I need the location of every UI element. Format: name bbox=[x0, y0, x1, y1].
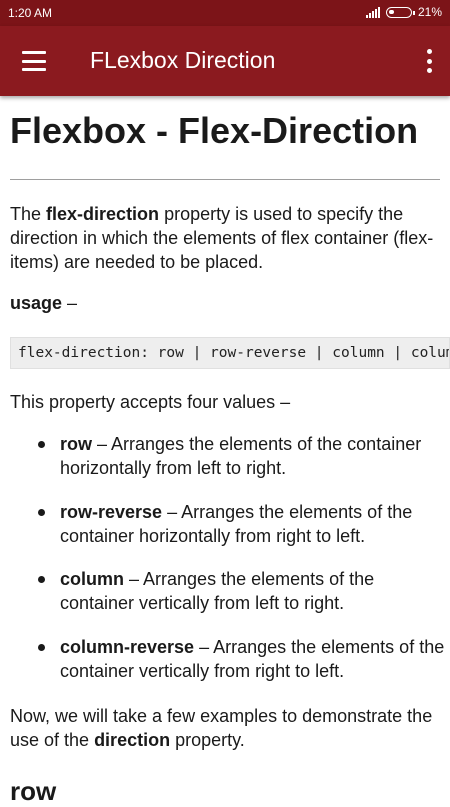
accepts-text: This property accepts four values – bbox=[10, 392, 291, 412]
bullet-icon bbox=[38, 576, 45, 583]
list-item: row-reverse – Arranges the elements of t… bbox=[38, 500, 445, 548]
bullet-icon bbox=[38, 441, 45, 448]
more-vert-icon[interactable] bbox=[426, 49, 432, 73]
value-name: row bbox=[60, 434, 93, 454]
app-bar-title: FLexbox Direction bbox=[90, 47, 276, 73]
examples-keyword: direction bbox=[94, 730, 171, 750]
value-description: – Arranges the elements of the container… bbox=[60, 434, 422, 478]
page-title: Flexbox - Flex-Direction bbox=[10, 110, 419, 151]
usage-dash: – bbox=[62, 293, 78, 313]
list-item: column – Arranges the elements of the co… bbox=[38, 567, 445, 615]
status-right: 21% bbox=[365, 5, 442, 19]
hamburger-menu-icon[interactable] bbox=[22, 51, 46, 71]
status-time: 1:20 AM bbox=[8, 6, 53, 20]
status-bar: 1:20 AM 21% bbox=[0, 0, 450, 26]
list-item: row – Arranges the elements of the conta… bbox=[38, 432, 445, 480]
divider bbox=[10, 179, 440, 180]
value-name: column bbox=[60, 569, 125, 589]
examples-text-end: property. bbox=[170, 730, 245, 750]
intro-paragraph: The flex-direction property is used to s… bbox=[10, 202, 442, 274]
value-name: row-reverse bbox=[60, 502, 163, 522]
usage-label: usage bbox=[10, 293, 63, 313]
list-item: column-reverse – Arranges the elements o… bbox=[38, 635, 445, 683]
app-bar: FLexbox Direction bbox=[0, 26, 450, 96]
bullet-icon bbox=[38, 644, 45, 651]
usage-heading: usage – bbox=[10, 293, 77, 314]
bullet-icon bbox=[38, 509, 45, 516]
value-name: column-reverse bbox=[60, 637, 195, 657]
code-block[interactable]: flex-direction: row | row-reverse | colu… bbox=[10, 337, 450, 369]
section-heading: row bbox=[10, 776, 57, 806]
examples-paragraph: Now, we will take a few examples to demo… bbox=[10, 704, 442, 752]
battery-icon bbox=[385, 6, 415, 18]
battery-percentage: 21% bbox=[417, 5, 442, 19]
intro-keyword: flex-direction bbox=[46, 204, 160, 224]
intro-text-start: The bbox=[10, 204, 47, 224]
signal-icon bbox=[365, 6, 380, 18]
